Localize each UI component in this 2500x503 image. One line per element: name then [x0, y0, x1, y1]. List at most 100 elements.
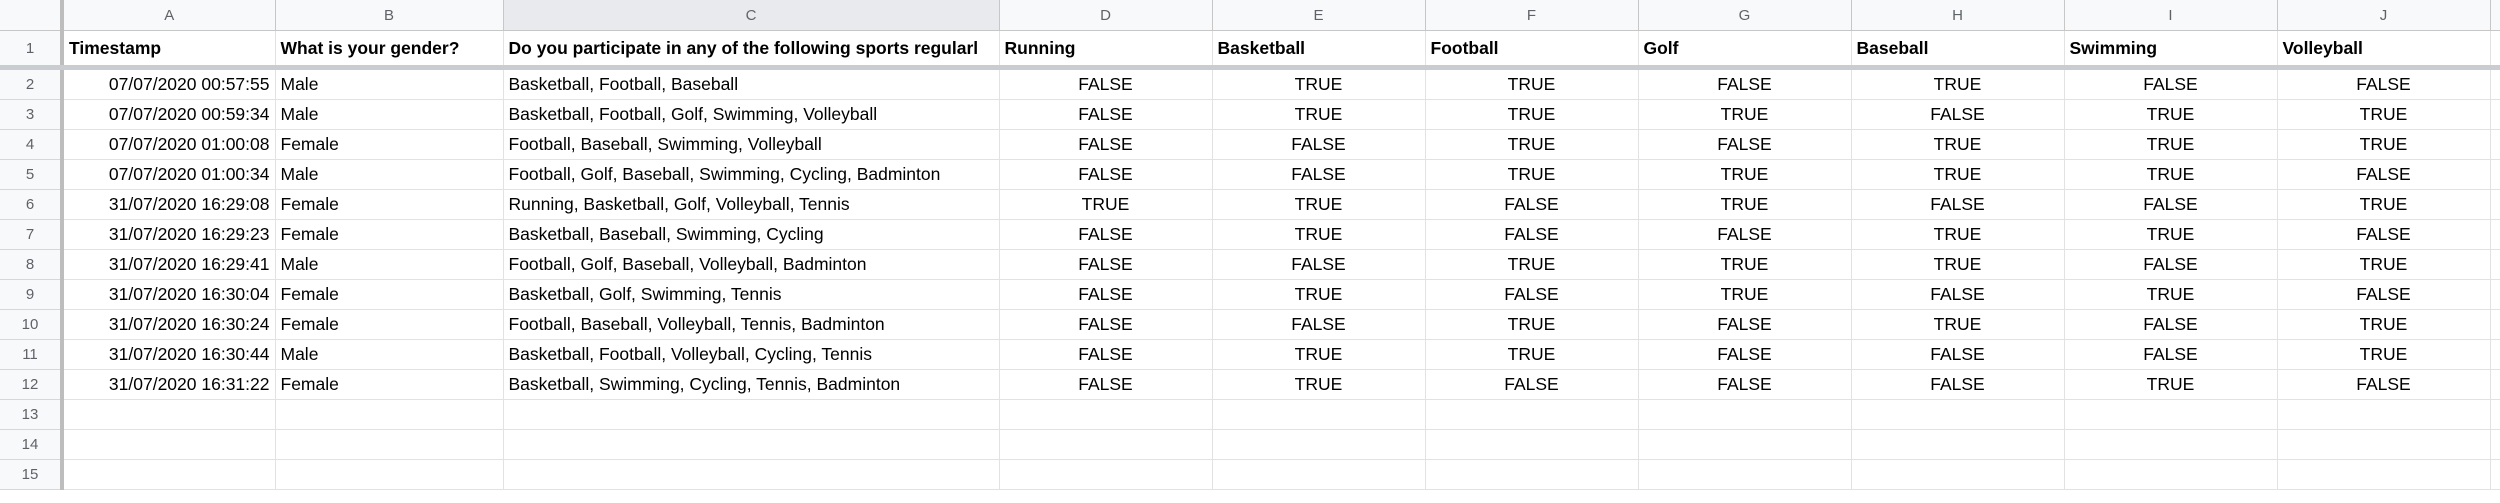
cell-h13[interactable] — [1851, 399, 2065, 430]
cell-j12[interactable]: FALSE — [2277, 369, 2491, 400]
column-header-e[interactable]: E — [1212, 0, 1426, 31]
cell-b3[interactable]: Male — [275, 99, 504, 130]
cell-e4[interactable]: FALSE — [1212, 129, 1426, 160]
cell-f2[interactable]: TRUE — [1425, 67, 1639, 100]
cell-f6[interactable]: FALSE — [1425, 189, 1639, 220]
row-header[interactable]: 13 — [0, 399, 64, 430]
cell-e9[interactable]: TRUE — [1212, 279, 1426, 310]
cell-a1[interactable]: Timestamp — [62, 30, 276, 70]
row-header[interactable]: 3 — [0, 99, 64, 130]
cell-b7[interactable]: Female — [275, 219, 504, 250]
cell-a6[interactable]: 31/07/2020 16:29:08 — [62, 189, 276, 220]
cell-h14[interactable] — [1851, 429, 2065, 460]
cell-c13[interactable] — [503, 399, 1000, 430]
cell-d15[interactable] — [999, 459, 1213, 490]
cell-d1[interactable]: Running — [999, 30, 1213, 70]
cell-h15[interactable] — [1851, 459, 2065, 490]
cell-d5[interactable]: FALSE — [999, 159, 1213, 190]
cell-g10[interactable]: FALSE — [1638, 309, 1852, 340]
cell-h11[interactable]: FALSE — [1851, 339, 2065, 370]
cell-d9[interactable]: FALSE — [999, 279, 1213, 310]
cell-i6[interactable]: FALSE — [2064, 189, 2278, 220]
cell-b14[interactable] — [275, 429, 504, 460]
row-header[interactable]: 9 — [0, 279, 64, 310]
cell-d7[interactable]: FALSE — [999, 219, 1213, 250]
cell-i11[interactable]: FALSE — [2064, 339, 2278, 370]
column-header-extra[interactable] — [2490, 0, 2500, 31]
column-header-g[interactable]: G — [1638, 0, 1852, 31]
cell-extra8[interactable] — [2490, 249, 2500, 280]
cell-f7[interactable]: FALSE — [1425, 219, 1639, 250]
cell-c2[interactable]: Basketball, Football, Baseball — [503, 67, 1000, 100]
row-header[interactable]: 8 — [0, 249, 64, 280]
cell-b8[interactable]: Male — [275, 249, 504, 280]
cell-h4[interactable]: TRUE — [1851, 129, 2065, 160]
cell-g2[interactable]: FALSE — [1638, 67, 1852, 100]
row-header[interactable]: 10 — [0, 309, 64, 340]
cell-extra14[interactable] — [2490, 429, 2500, 460]
cell-j10[interactable]: TRUE — [2277, 309, 2491, 340]
cell-c7[interactable]: Basketball, Baseball, Swimming, Cycling — [503, 219, 1000, 250]
cell-j9[interactable]: FALSE — [2277, 279, 2491, 310]
cell-g11[interactable]: FALSE — [1638, 339, 1852, 370]
row-header[interactable]: 7 — [0, 219, 64, 250]
cell-g8[interactable]: TRUE — [1638, 249, 1852, 280]
cell-j14[interactable] — [2277, 429, 2491, 460]
cell-i14[interactable] — [2064, 429, 2278, 460]
cell-b13[interactable] — [275, 399, 504, 430]
cell-i15[interactable] — [2064, 459, 2278, 490]
cell-extra1[interactable] — [2490, 30, 2500, 70]
cell-j1[interactable]: Volleyball — [2277, 30, 2491, 70]
cell-b6[interactable]: Female — [275, 189, 504, 220]
cell-j4[interactable]: TRUE — [2277, 129, 2491, 160]
cell-h12[interactable]: FALSE — [1851, 369, 2065, 400]
row-header[interactable]: 14 — [0, 429, 64, 460]
cell-b10[interactable]: Female — [275, 309, 504, 340]
cell-e2[interactable]: TRUE — [1212, 67, 1426, 100]
cell-i12[interactable]: TRUE — [2064, 369, 2278, 400]
row-header[interactable]: 5 — [0, 159, 64, 190]
cell-j2[interactable]: FALSE — [2277, 67, 2491, 100]
cell-a12[interactable]: 31/07/2020 16:31:22 — [62, 369, 276, 400]
cell-d8[interactable]: FALSE — [999, 249, 1213, 280]
cell-j11[interactable]: TRUE — [2277, 339, 2491, 370]
cell-extra2[interactable] — [2490, 67, 2500, 100]
cell-a15[interactable] — [62, 459, 276, 490]
cell-a5[interactable]: 07/07/2020 01:00:34 — [62, 159, 276, 190]
cell-h10[interactable]: TRUE — [1851, 309, 2065, 340]
cell-a8[interactable]: 31/07/2020 16:29:41 — [62, 249, 276, 280]
cell-i1[interactable]: Swimming — [2064, 30, 2278, 70]
cell-g6[interactable]: TRUE — [1638, 189, 1852, 220]
cell-e11[interactable]: TRUE — [1212, 339, 1426, 370]
cell-h6[interactable]: FALSE — [1851, 189, 2065, 220]
cell-h2[interactable]: TRUE — [1851, 67, 2065, 100]
cell-b9[interactable]: Female — [275, 279, 504, 310]
column-header-f[interactable]: F — [1425, 0, 1639, 31]
cell-d4[interactable]: FALSE — [999, 129, 1213, 160]
cell-c8[interactable]: Football, Golf, Baseball, Volleyball, Ba… — [503, 249, 1000, 280]
row-header[interactable]: 12 — [0, 369, 64, 400]
cell-e12[interactable]: TRUE — [1212, 369, 1426, 400]
cell-a10[interactable]: 31/07/2020 16:30:24 — [62, 309, 276, 340]
cell-c1[interactable]: Do you participate in any of the followi… — [503, 30, 1000, 70]
cell-i5[interactable]: TRUE — [2064, 159, 2278, 190]
cell-extra13[interactable] — [2490, 399, 2500, 430]
cell-c3[interactable]: Basketball, Football, Golf, Swimming, Vo… — [503, 99, 1000, 130]
cell-d11[interactable]: FALSE — [999, 339, 1213, 370]
column-header-h[interactable]: H — [1851, 0, 2065, 31]
cell-a3[interactable]: 07/07/2020 00:59:34 — [62, 99, 276, 130]
cell-e5[interactable]: FALSE — [1212, 159, 1426, 190]
cell-extra6[interactable] — [2490, 189, 2500, 220]
cell-i7[interactable]: TRUE — [2064, 219, 2278, 250]
cell-extra5[interactable] — [2490, 159, 2500, 190]
cell-e13[interactable] — [1212, 399, 1426, 430]
cell-g4[interactable]: FALSE — [1638, 129, 1852, 160]
cell-b15[interactable] — [275, 459, 504, 490]
cell-c6[interactable]: Running, Basketball, Golf, Volleyball, T… — [503, 189, 1000, 220]
column-header-j[interactable]: J — [2277, 0, 2491, 31]
cell-e3[interactable]: TRUE — [1212, 99, 1426, 130]
cell-j6[interactable]: TRUE — [2277, 189, 2491, 220]
cell-b4[interactable]: Female — [275, 129, 504, 160]
cell-c15[interactable] — [503, 459, 1000, 490]
cell-extra3[interactable] — [2490, 99, 2500, 130]
